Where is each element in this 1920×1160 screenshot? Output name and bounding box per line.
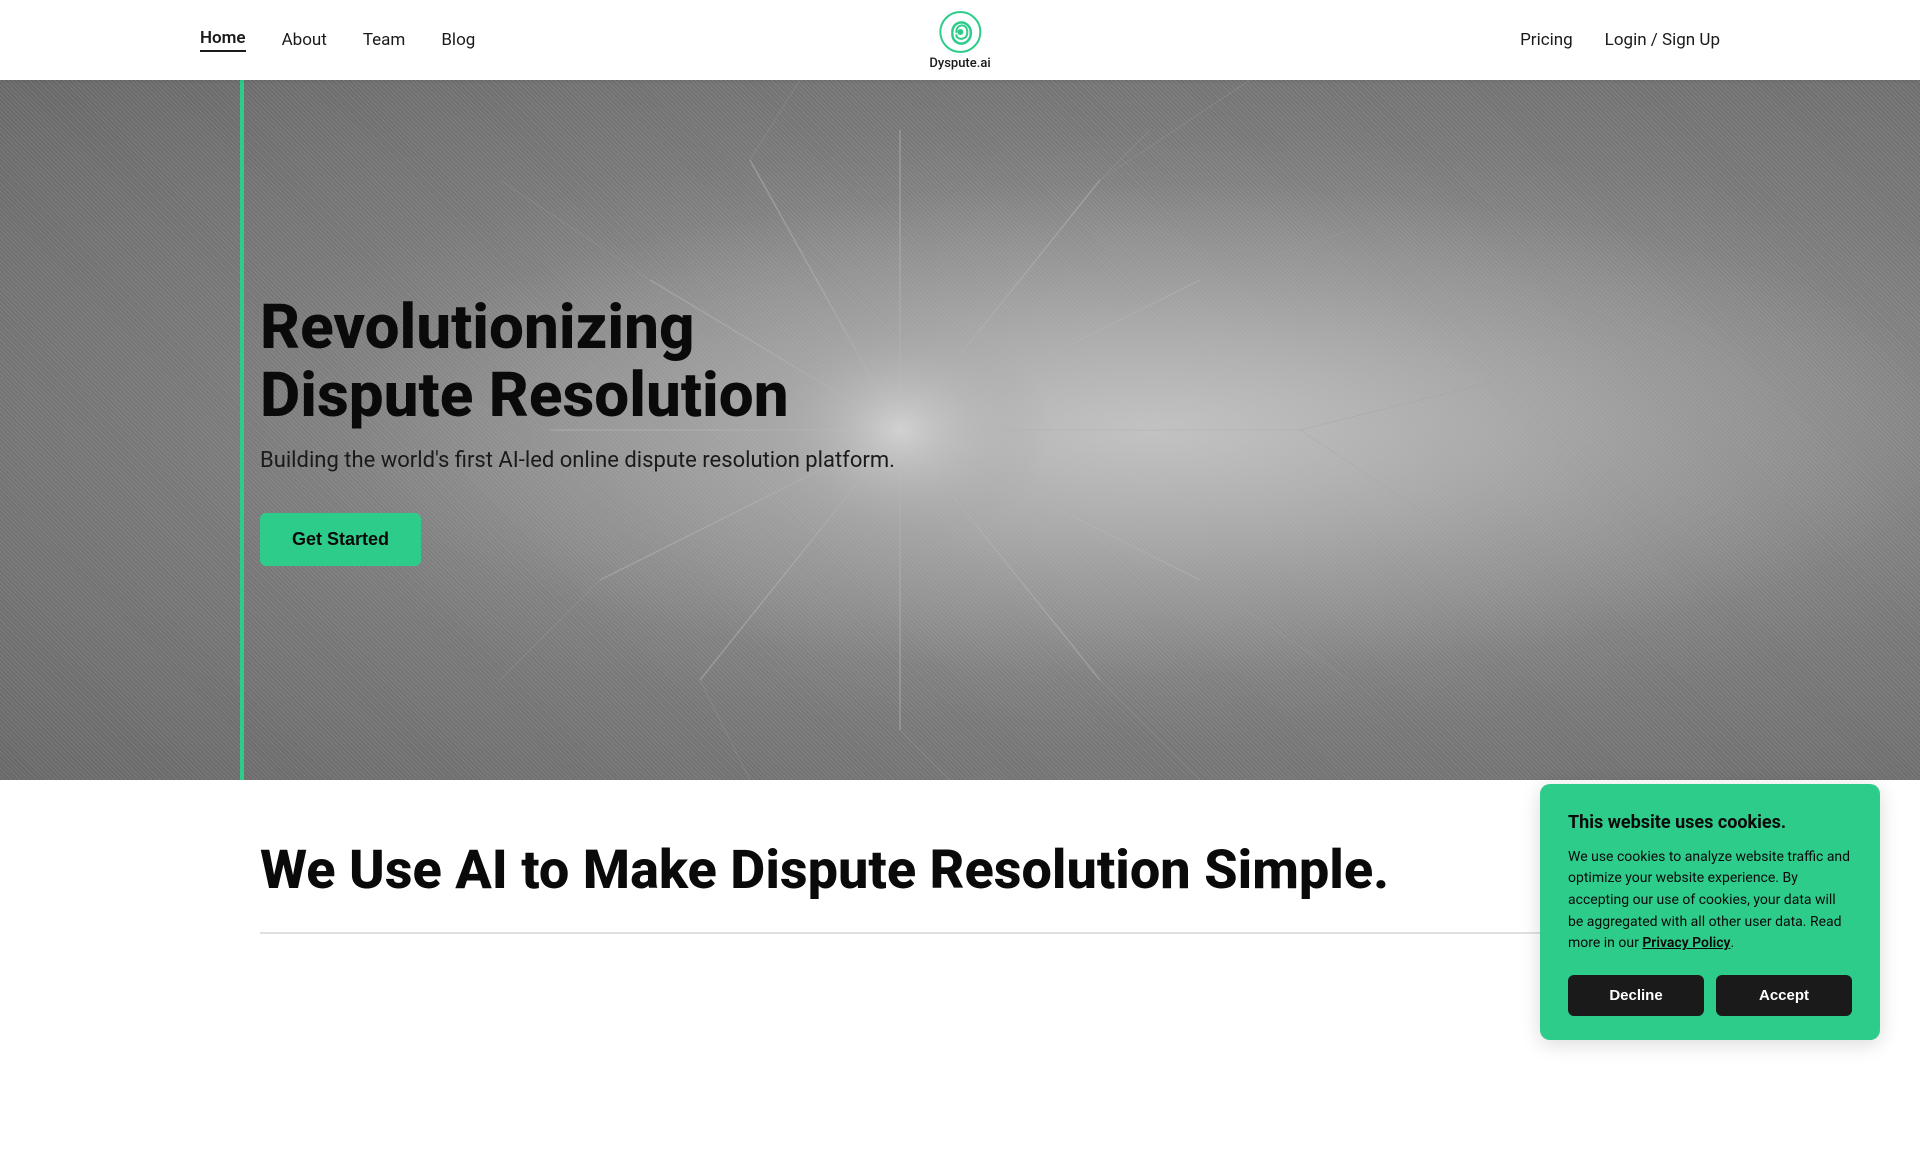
nav-auth[interactable]: Login / Sign Up [1605, 30, 1720, 50]
hero-subtitle: Building the world's first AI-led online… [260, 448, 900, 473]
nav-pricing[interactable]: Pricing [1520, 30, 1573, 50]
cookie-body: We use cookies to analyze website traffi… [1568, 847, 1852, 955]
nav-home[interactable]: Home [200, 28, 246, 52]
nav-blog[interactable]: Blog [441, 30, 475, 50]
logo[interactable]: Dyspute.ai [929, 10, 990, 71]
navbar: Home About Team Blog Dyspute.ai Pricing … [0, 0, 1920, 80]
nav-about[interactable]: About [282, 30, 327, 50]
nav-team[interactable]: Team [363, 30, 406, 50]
lower-divider [260, 932, 1660, 934]
lower-title: We Use AI to Make Dispute Resolution Sim… [260, 840, 1660, 902]
cookie-title: This website uses cookies. [1568, 812, 1852, 833]
logo-icon [938, 10, 982, 54]
cookie-banner: This website uses cookies. We use cookie… [1540, 784, 1880, 1040]
logo-text: Dyspute.ai [929, 56, 990, 71]
decline-button[interactable]: Decline [1568, 975, 1704, 1016]
hero-title: Revolutionizing Dispute Resolution [260, 294, 900, 430]
hero-section: Revolutionizing Dispute Resolution Build… [0, 80, 1920, 780]
nav-right: Pricing Login / Sign Up [1520, 30, 1720, 50]
get-started-button[interactable]: Get Started [260, 513, 421, 566]
cookie-buttons: Decline Accept [1568, 975, 1852, 1016]
privacy-policy-link[interactable]: Privacy Policy [1642, 935, 1730, 951]
hero-content: Revolutionizing Dispute Resolution Build… [0, 294, 900, 566]
nav-left: Home About Team Blog [200, 28, 475, 52]
accept-button[interactable]: Accept [1716, 975, 1852, 1016]
